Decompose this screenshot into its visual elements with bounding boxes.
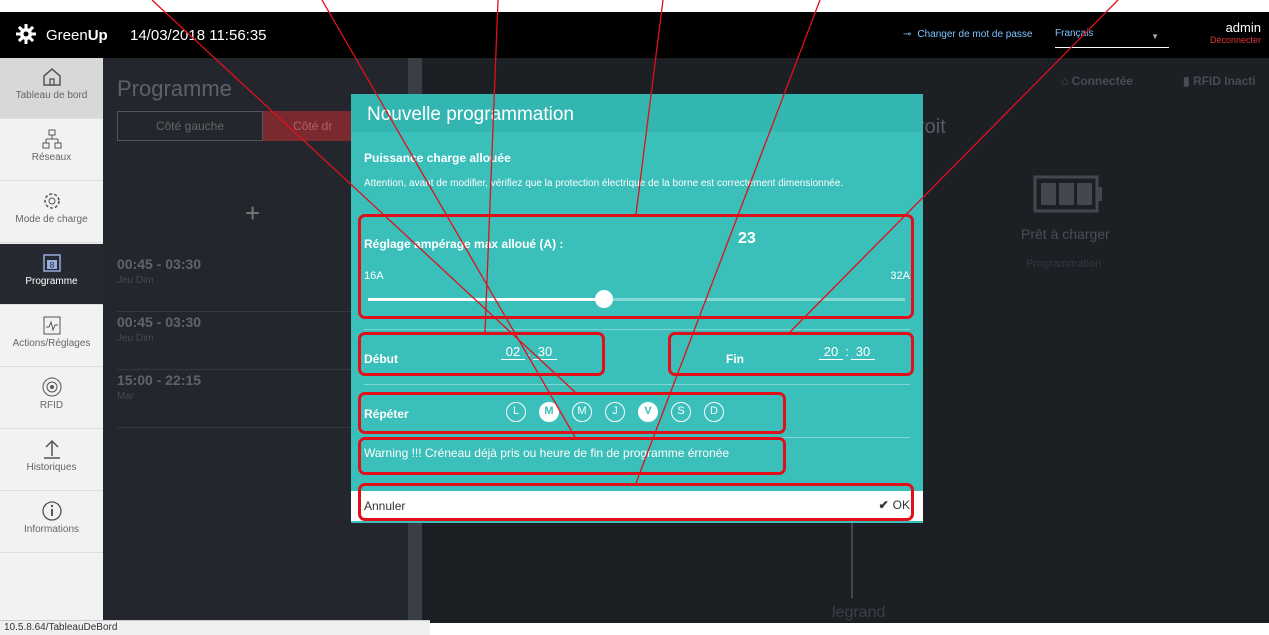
annotation-lines — [151, 0, 1119, 484]
